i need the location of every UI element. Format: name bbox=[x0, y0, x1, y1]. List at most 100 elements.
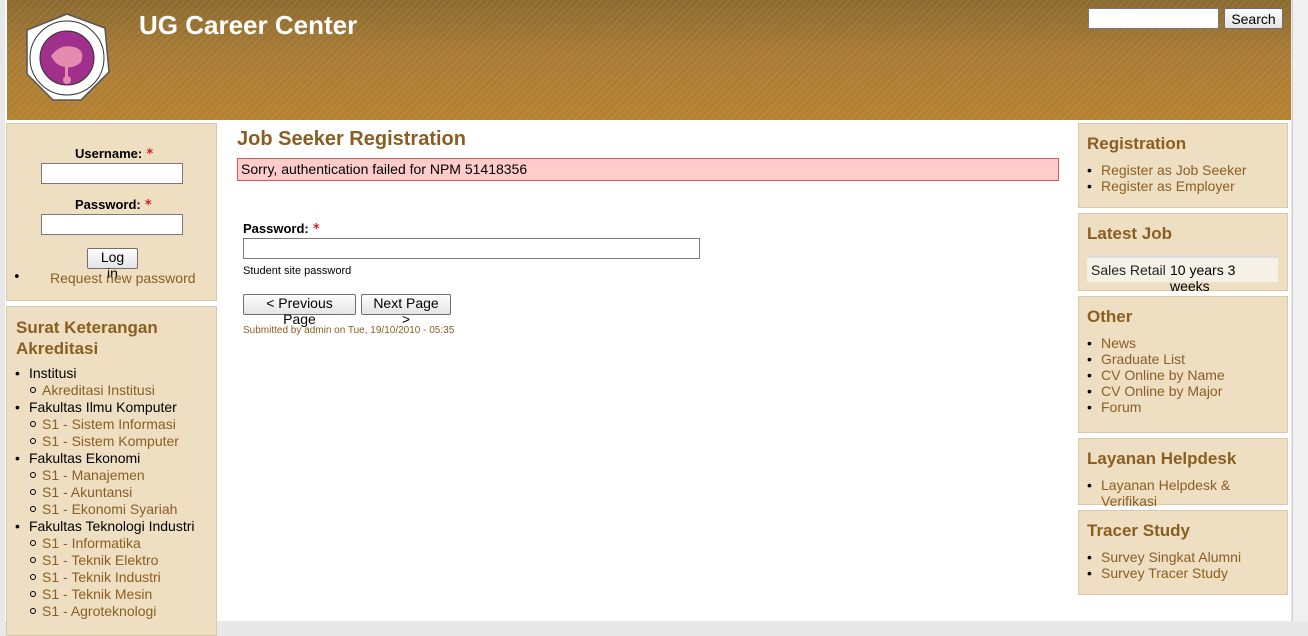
akreditasi-block: Surat Keterangan Akreditasi InstitusiAkr… bbox=[6, 306, 217, 636]
list-item: S1 - Sistem Komputer bbox=[29, 433, 215, 450]
tracer-study-list: Survey Singkat Alumni Survey Tracer Stud… bbox=[1087, 549, 1241, 581]
akreditasi-list: InstitusiAkreditasi InstitusiFakultas Il… bbox=[15, 365, 215, 620]
akreditasi-sublist: S1 - Sistem Informasi S1 - Sistem Kompute… bbox=[29, 416, 215, 450]
university-logo[interactable] bbox=[21, 12, 113, 104]
password-description: Student site password bbox=[243, 265, 352, 277]
login-button[interactable]: Log in bbox=[87, 248, 138, 281]
akreditasi-title: Surat Keterangan Akreditasi bbox=[16, 318, 158, 358]
list-item: S1 - Teknik Elektro bbox=[29, 552, 215, 569]
main-password-required-mark: * bbox=[312, 222, 320, 237]
password-label-row: Password: * bbox=[75, 197, 152, 213]
other-link[interactable]: CV Online by Major bbox=[1101, 383, 1222, 399]
akreditasi-link[interactable]: S1 - Sistem Informasi bbox=[42, 416, 176, 432]
list-item: S1 - Akuntansi bbox=[29, 484, 215, 501]
akreditasi-link[interactable]: S1 - Sistem Komputer bbox=[42, 433, 179, 449]
akreditasi-link[interactable]: S1 - Teknik Industri bbox=[42, 569, 161, 585]
akreditasi-link[interactable]: S1 - Akuntansi bbox=[42, 484, 132, 500]
akreditasi-link[interactable]: S1 - Manajemen bbox=[42, 467, 145, 483]
other-link[interactable]: Graduate List bbox=[1101, 351, 1185, 367]
list-item: Graduate List bbox=[1087, 351, 1225, 367]
akreditasi-group-name: Fakultas Ilmu Komputer bbox=[29, 399, 177, 415]
other-link[interactable]: Forum bbox=[1101, 399, 1141, 415]
username-input[interactable] bbox=[41, 163, 183, 184]
list-item: CV Online by Major bbox=[1087, 383, 1225, 399]
previous-page-button[interactable]: < Previous Page bbox=[243, 294, 356, 327]
latest-job-title: Latest Job bbox=[1087, 224, 1173, 243]
akreditasi-link[interactable]: S1 - Teknik Elektro bbox=[42, 552, 158, 568]
login-block: Username: * Password: * Log in • Request… bbox=[6, 123, 217, 301]
error-message: Sorry, authentication failed for NPM 514… bbox=[237, 158, 1059, 181]
latest-job-row: Sales Retail 10 years 3 weeks bbox=[1087, 255, 1278, 294]
list-item: S1 - Sistem Informasi bbox=[29, 416, 215, 433]
list-item: Survey Singkat Alumni bbox=[1087, 549, 1241, 565]
list-item: S1 - Informatika bbox=[29, 535, 215, 552]
helpdesk-block: Layanan Helpdesk Layanan Helpdesk & Veri… bbox=[1078, 438, 1288, 509]
username-label-row: Username: * bbox=[75, 146, 153, 162]
survey-tracer-link[interactable]: Survey Tracer Study bbox=[1101, 565, 1228, 581]
list-item: News bbox=[1087, 335, 1225, 351]
akreditasi-group-name: Fakultas Teknologi Industri bbox=[29, 518, 195, 534]
other-list: NewsGraduate ListCV Online by NameCV Onl… bbox=[1087, 335, 1225, 415]
main-password-label-row: Password: * bbox=[243, 221, 320, 237]
tracer-study-block: Tracer Study Survey Singkat Alumni Surve… bbox=[1078, 510, 1288, 595]
akreditasi-group: Fakultas Ilmu KomputerS1 - Sistem Inform… bbox=[15, 399, 215, 450]
other-link[interactable]: News bbox=[1101, 335, 1136, 351]
akreditasi-link[interactable]: Akreditasi Institusi bbox=[42, 382, 155, 398]
akreditasi-link[interactable]: S1 - Agroteknologi bbox=[42, 603, 156, 619]
akreditasi-link[interactable]: S1 - Teknik Mesin bbox=[42, 586, 152, 602]
window-edge bbox=[1292, 0, 1308, 621]
list-item: CV Online by Name bbox=[1087, 367, 1225, 383]
register-job-seeker-link[interactable]: Register as Job Seeker bbox=[1101, 162, 1247, 178]
other-title: Other bbox=[1087, 307, 1133, 326]
helpdesk-list: Layanan Helpdesk & Verifikasi bbox=[1087, 477, 1287, 509]
list-item: Register as Employer bbox=[1087, 178, 1247, 194]
list-item: S1 - Teknik Industri bbox=[29, 569, 215, 586]
site-header: UG Career Center Search bbox=[5, 0, 1291, 120]
akreditasi-group: Fakultas EkonomiS1 - ManajemenS1 - Akunt… bbox=[15, 450, 215, 518]
other-block: Other NewsGraduate ListCV Online by Name… bbox=[1078, 296, 1288, 433]
akreditasi-group-name: Fakultas Ekonomi bbox=[29, 450, 141, 466]
akreditasi-link[interactable]: S1 - Informatika bbox=[42, 535, 141, 551]
helpdesk-link[interactable]: Layanan Helpdesk & Verifikasi bbox=[1101, 477, 1230, 509]
submitted-info: Submitted by admin on Tue, 19/10/2010 - … bbox=[243, 325, 455, 336]
list-item: S1 - Manajemen bbox=[29, 467, 215, 484]
username-required-mark: * bbox=[146, 147, 154, 162]
main-password-input[interactable] bbox=[243, 238, 700, 259]
bullet: • bbox=[13, 270, 21, 285]
other-link[interactable]: CV Online by Name bbox=[1101, 367, 1225, 383]
akreditasi-sublist: S1 - Manajemen S1 - Akuntansi S1 - Ekonomi… bbox=[29, 467, 215, 518]
akreditasi-sublist: S1 - Informatika S1 - Teknik Elektro S1 - … bbox=[29, 535, 215, 620]
registration-title: Registration bbox=[1087, 134, 1187, 153]
main-password-label: Password: bbox=[243, 221, 309, 236]
next-page-button[interactable]: Next Page > bbox=[361, 294, 451, 327]
akreditasi-group-name: Institusi bbox=[29, 365, 77, 381]
akreditasi-group: InstitusiAkreditasi Institusi bbox=[15, 365, 215, 399]
page: UG Career Center Search Username: * Pass… bbox=[5, 0, 1291, 636]
survey-singkat-link[interactable]: Survey Singkat Alumni bbox=[1101, 549, 1241, 565]
list-item: S1 - Teknik Mesin bbox=[29, 586, 215, 603]
list-item: Register as Job Seeker bbox=[1087, 162, 1247, 178]
akreditasi-group: Fakultas Teknologi IndustriS1 - Informat… bbox=[15, 518, 215, 620]
site-name[interactable]: UG Career Center bbox=[139, 10, 357, 41]
job-title-link[interactable]: Sales Retail bbox=[1091, 262, 1166, 278]
list-item: S1 - Ekonomi Syariah bbox=[29, 501, 215, 518]
page-title: Job Seeker Registration bbox=[237, 128, 466, 150]
latest-job-block: Latest Job Sales Retail 10 years 3 weeks bbox=[1078, 213, 1288, 294]
password-input[interactable] bbox=[41, 214, 183, 235]
password-label: Password: bbox=[75, 197, 141, 212]
request-password-link[interactable]: Request new password bbox=[50, 270, 196, 286]
registration-block: Registration Register as Job Seeker Regi… bbox=[1078, 123, 1288, 208]
list-item: S1 - Agroteknologi bbox=[29, 603, 215, 620]
list-item: Layanan Helpdesk & Verifikasi bbox=[1087, 477, 1287, 509]
list-item: Akreditasi Institusi bbox=[29, 382, 215, 399]
tracer-study-title: Tracer Study bbox=[1087, 521, 1190, 540]
search-button[interactable]: Search bbox=[1224, 8, 1283, 29]
akreditasi-link[interactable]: S1 - Ekonomi Syariah bbox=[42, 501, 177, 517]
job-age: 10 years 3 weeks bbox=[1170, 262, 1236, 294]
register-employer-link[interactable]: Register as Employer bbox=[1101, 178, 1235, 194]
registration-list: Register as Job Seeker Register as Emplo… bbox=[1087, 162, 1247, 194]
search-input[interactable] bbox=[1088, 8, 1219, 29]
username-label: Username: bbox=[75, 146, 143, 161]
helpdesk-title: Layanan Helpdesk bbox=[1087, 449, 1237, 468]
list-item: Survey Tracer Study bbox=[1087, 565, 1241, 581]
